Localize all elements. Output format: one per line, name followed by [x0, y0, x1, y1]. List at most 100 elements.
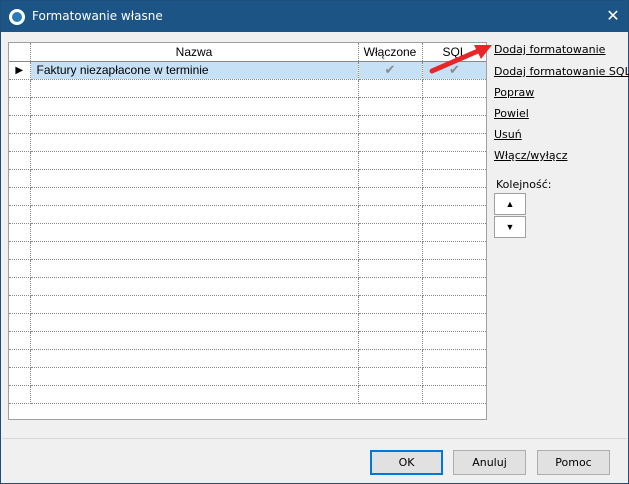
table-cell[interactable] — [422, 205, 486, 224]
close-icon[interactable]: ✕ — [598, 1, 628, 32]
table-cell[interactable] — [358, 115, 423, 134]
table-cell[interactable] — [30, 331, 359, 350]
table-cell[interactable] — [30, 241, 359, 260]
table-row[interactable]: ▶ Faktury niezapłacone w terminie ✔ ✔ — [9, 61, 486, 80]
table-cell[interactable] — [9, 115, 31, 134]
table-cell[interactable] — [30, 205, 359, 224]
row-name[interactable]: Faktury niezapłacone w terminie — [30, 61, 359, 80]
table-cell[interactable] — [358, 205, 423, 224]
formatting-grid[interactable]: Nazwa Włączone SQL ▶ Faktury niezapłacon… — [8, 42, 487, 420]
table-cell[interactable] — [358, 187, 423, 206]
title-bar[interactable]: Formatowanie własne ✕ — [1, 1, 628, 32]
table-cell[interactable] — [9, 259, 31, 278]
table-cell[interactable] — [422, 331, 486, 350]
table-cell[interactable] — [30, 313, 359, 332]
table-row[interactable] — [9, 97, 486, 116]
table-cell[interactable] — [30, 133, 359, 152]
checkmark-icon[interactable]: ✔ — [358, 61, 423, 80]
table-cell[interactable] — [9, 97, 31, 116]
table-row[interactable] — [9, 133, 486, 152]
table-cell[interactable] — [9, 187, 31, 206]
table-cell[interactable] — [9, 349, 31, 368]
table-cell[interactable] — [358, 133, 423, 152]
add-sql-formatting-link[interactable]: Dodaj formatowanie SQL — [494, 65, 629, 78]
table-cell[interactable] — [422, 385, 486, 404]
table-cell[interactable] — [30, 349, 359, 368]
table-cell[interactable] — [9, 241, 31, 260]
table-cell[interactable] — [9, 331, 31, 350]
table-row[interactable] — [9, 205, 486, 224]
toggle-link[interactable]: Włącz/wyłącz — [494, 149, 567, 162]
table-cell[interactable] — [422, 97, 486, 116]
table-row[interactable] — [9, 187, 486, 206]
table-cell[interactable] — [9, 385, 31, 404]
table-cell[interactable] — [422, 313, 486, 332]
table-cell[interactable] — [422, 295, 486, 314]
table-cell[interactable] — [30, 367, 359, 386]
table-cell[interactable] — [9, 313, 31, 332]
table-cell[interactable] — [358, 169, 423, 188]
table-cell[interactable] — [422, 133, 486, 152]
ok-button[interactable]: OK — [370, 450, 443, 475]
table-cell[interactable] — [358, 79, 423, 98]
table-cell[interactable] — [9, 79, 31, 98]
table-cell[interactable] — [30, 223, 359, 242]
table-cell[interactable] — [422, 259, 486, 278]
table-cell[interactable] — [422, 115, 486, 134]
table-cell[interactable] — [358, 349, 423, 368]
table-row[interactable] — [9, 151, 486, 170]
table-cell[interactable] — [358, 151, 423, 170]
table-row[interactable] — [9, 169, 486, 188]
table-cell[interactable] — [30, 259, 359, 278]
table-cell[interactable] — [30, 79, 359, 98]
table-cell[interactable] — [422, 367, 486, 386]
column-header-name[interactable]: Nazwa — [30, 43, 359, 62]
column-header-enabled[interactable]: Włączone — [358, 43, 423, 62]
edit-link[interactable]: Popraw — [494, 86, 534, 99]
table-cell[interactable] — [9, 295, 31, 314]
table-row[interactable] — [9, 223, 486, 242]
table-cell[interactable] — [422, 241, 486, 260]
table-cell[interactable] — [9, 367, 31, 386]
table-row[interactable] — [9, 367, 486, 386]
cancel-button[interactable]: Anuluj — [453, 450, 526, 475]
help-button[interactable]: Pomoc — [537, 450, 610, 475]
table-cell[interactable] — [30, 169, 359, 188]
table-cell[interactable] — [422, 223, 486, 242]
delete-link[interactable]: Usuń — [494, 128, 522, 141]
table-cell[interactable] — [9, 133, 31, 152]
table-row[interactable] — [9, 313, 486, 332]
table-cell[interactable] — [30, 295, 359, 314]
table-row[interactable] — [9, 79, 486, 98]
move-down-button[interactable]: ▼ — [494, 216, 526, 238]
table-row[interactable] — [9, 331, 486, 350]
table-row[interactable] — [9, 241, 486, 260]
table-cell[interactable] — [30, 151, 359, 170]
duplicate-link[interactable]: Powiel — [494, 107, 529, 120]
table-cell[interactable] — [358, 367, 423, 386]
table-cell[interactable] — [9, 169, 31, 188]
table-cell[interactable] — [422, 187, 486, 206]
table-cell[interactable] — [30, 97, 359, 116]
table-cell[interactable] — [358, 97, 423, 116]
table-cell[interactable] — [30, 277, 359, 296]
table-cell[interactable] — [9, 151, 31, 170]
table-cell[interactable] — [358, 241, 423, 260]
move-up-button[interactable]: ▲ — [494, 193, 526, 215]
table-cell[interactable] — [422, 349, 486, 368]
table-cell[interactable] — [358, 313, 423, 332]
table-cell[interactable] — [422, 79, 486, 98]
table-row[interactable] — [9, 295, 486, 314]
add-formatting-link[interactable]: Dodaj formatowanie — [494, 43, 605, 56]
table-cell[interactable] — [30, 187, 359, 206]
table-cell[interactable] — [358, 277, 423, 296]
table-cell[interactable] — [358, 295, 423, 314]
table-cell[interactable] — [422, 151, 486, 170]
table-cell[interactable] — [30, 385, 359, 404]
table-cell[interactable] — [9, 277, 31, 296]
table-cell[interactable] — [9, 205, 31, 224]
table-cell[interactable] — [358, 385, 423, 404]
table-row[interactable] — [9, 115, 486, 134]
table-row[interactable] — [9, 259, 486, 278]
table-cell[interactable] — [422, 169, 486, 188]
